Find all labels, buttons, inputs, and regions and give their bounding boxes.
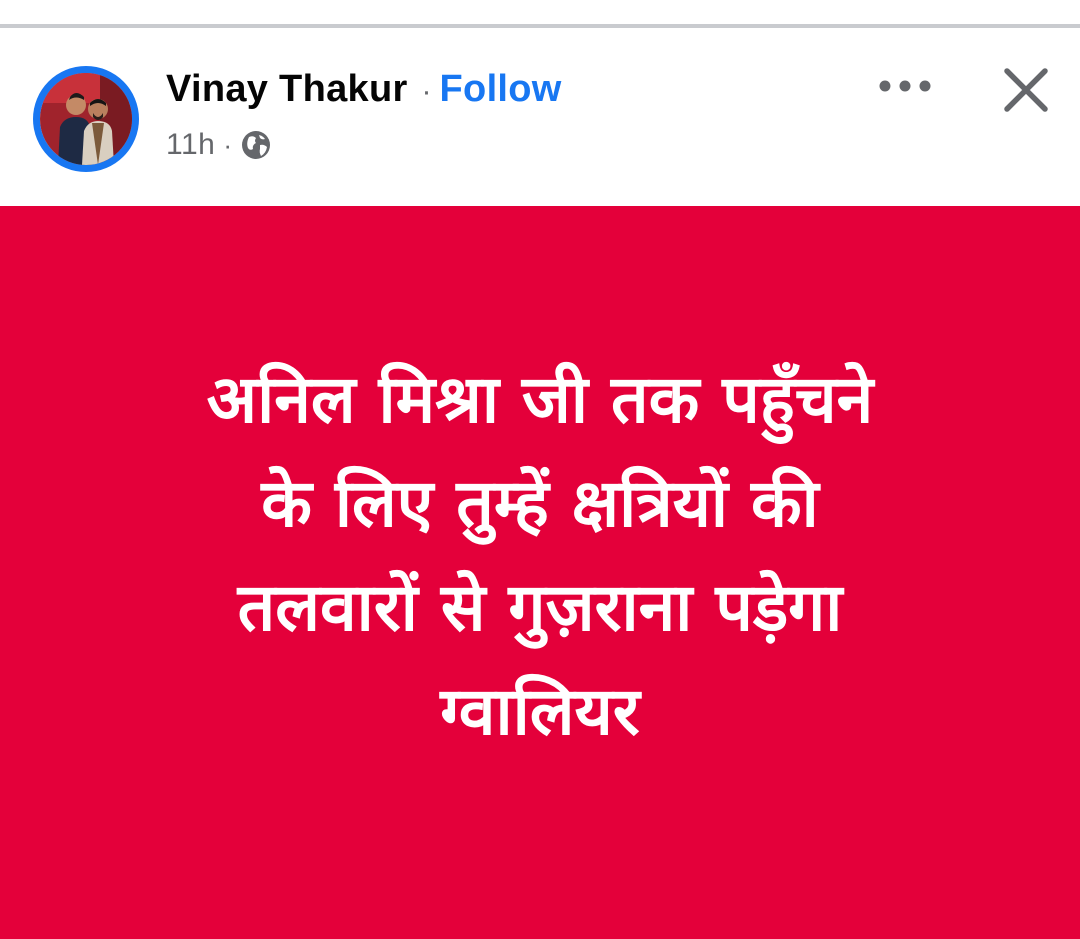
top-divider: [0, 0, 1080, 28]
post-text-line: के लिए तुम्हें क्षत्रियों की: [261, 464, 819, 542]
avatar[interactable]: [33, 66, 139, 172]
post-header: Vinay Thakur · Follow 11h ·: [0, 28, 1080, 206]
post-text-line: अनिल मिश्रा जी तक पहुँचने: [206, 360, 874, 438]
follow-button[interactable]: Follow: [440, 68, 562, 111]
post-meta: 11h ·: [166, 128, 272, 162]
post-text-line: तलवारों से गुज़राना पड़ेगा: [237, 568, 843, 646]
post-timestamp[interactable]: 11h: [166, 128, 215, 162]
close-icon: [1004, 68, 1048, 112]
more-options-button[interactable]: [872, 66, 938, 106]
author-row: Vinay Thakur · Follow: [166, 68, 562, 111]
name-separator: ·: [421, 75, 432, 108]
author-name[interactable]: Vinay Thakur: [166, 68, 408, 111]
meta-separator: ·: [223, 129, 232, 160]
close-button[interactable]: [994, 58, 1058, 122]
more-options-icon: [879, 80, 931, 92]
post-text-card[interactable]: अनिल मिश्रा जी तक पहुँचने के लिए तुम्हें…: [0, 206, 1080, 939]
avatar-image-icon: [40, 73, 132, 165]
avatar-photo: [40, 73, 132, 165]
post-text-line: ग्वालियर: [440, 672, 640, 750]
globe-icon[interactable]: [240, 129, 272, 161]
post-text: अनिल मिश्रा जी तक पहुँचने के लिए तुम्हें…: [60, 348, 1020, 764]
